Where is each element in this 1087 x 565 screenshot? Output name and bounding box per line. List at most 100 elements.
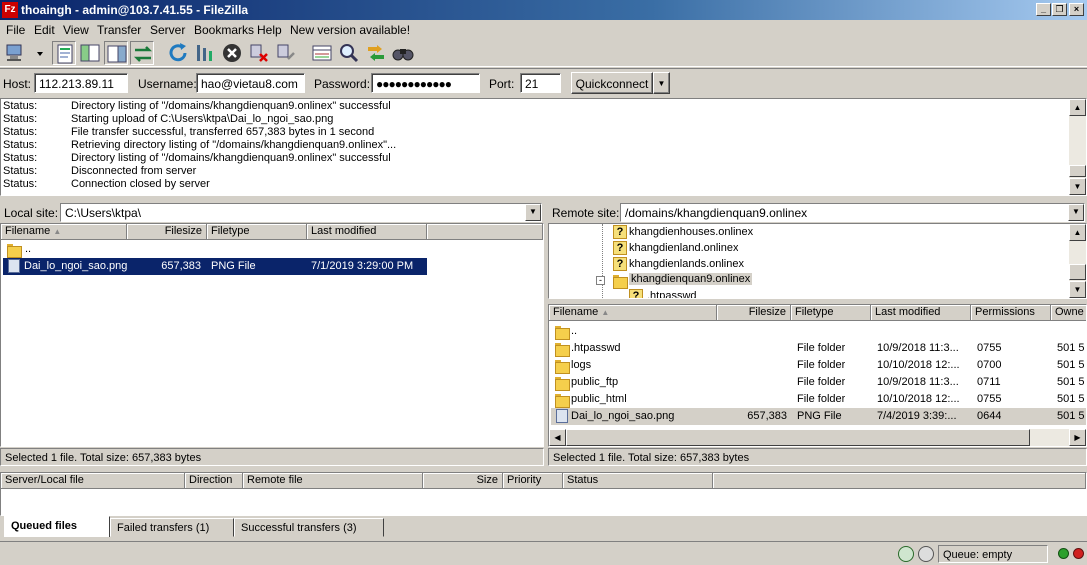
host-input[interactable]: 112.213.89.11 [34, 73, 128, 93]
toggle-local-tree-icon[interactable] [78, 41, 102, 65]
menu-file[interactable]: File [6, 23, 25, 37]
synchronized-browsing-icon[interactable] [364, 41, 388, 65]
menu-edit[interactable]: Edit [34, 23, 55, 37]
remote-col-modified[interactable]: Last modified [871, 305, 971, 321]
quickconnect-history-dropdown[interactable]: ▼ [653, 72, 670, 94]
port-input[interactable]: 21 [520, 73, 561, 93]
queue-col-priority[interactable]: Priority [503, 473, 563, 489]
compare-directories-icon[interactable] [337, 41, 361, 65]
menu-view[interactable]: View [63, 23, 89, 37]
title-bar: Fz thoaingh - admin@103.7.41.55 - FileZi… [0, 0, 1087, 20]
local-file-list[interactable]: Filename ▲ Filesize Filetype Last modifi… [0, 223, 544, 447]
menu-new-version[interactable]: New version available! [290, 23, 410, 37]
remote-col-filename[interactable]: Filename ▲ [549, 305, 717, 321]
local-col-modified[interactable]: Last modified [307, 224, 427, 240]
collapse-icon[interactable]: - [596, 276, 605, 285]
log-scrollbar[interactable]: ▲ ▼ [1069, 99, 1086, 195]
process-queue-icon[interactable] [193, 41, 217, 65]
maximize-button[interactable]: ❐ [1052, 3, 1067, 16]
tab-successful-transfers[interactable]: Successful transfers (3) [234, 518, 384, 537]
toggle-transfer-queue-icon[interactable] [130, 41, 154, 65]
tree-node[interactable]: ? khangdienland.onlinex [609, 240, 1009, 257]
cancel-operation-icon[interactable] [220, 41, 244, 65]
folder-icon [555, 375, 570, 391]
remote-file-row[interactable]: public_html File folder 10/10/2018 12:..… [551, 391, 1086, 408]
chevron-down-icon[interactable]: ▼ [1068, 204, 1084, 221]
scroll-down-icon[interactable]: ▼ [1069, 178, 1086, 195]
disconnect-icon[interactable] [247, 41, 271, 65]
local-col-filesize[interactable]: Filesize [127, 224, 207, 240]
transfer-queue[interactable]: Server/Local file Direction Remote file … [0, 472, 1087, 516]
speed-limit-icon[interactable] [898, 546, 914, 562]
remote-file-row[interactable]: Dai_lo_ngoi_sao.png 657,383 PNG File 7/4… [551, 408, 1086, 425]
message-log[interactable]: Status: Directory listing of "/domains/kh… [0, 98, 1087, 196]
remote-file-row[interactable]: .. [551, 323, 1086, 340]
folder-icon [555, 324, 570, 340]
scroll-up-icon[interactable]: ▲ [1069, 99, 1086, 116]
menu-transfer[interactable]: Transfer [97, 23, 141, 37]
tree-scrollbar[interactable]: ▲ ▼ [1069, 224, 1086, 298]
remote-site-path-combo[interactable]: /domains/khangdienquan9.onlinex ▼ [620, 203, 1085, 222]
refresh-icon[interactable] [166, 41, 190, 65]
chevron-down-icon[interactable]: ▼ [525, 204, 541, 221]
remote-col-owner[interactable]: Owne [1051, 305, 1086, 321]
log-scroll-thumb[interactable] [1069, 165, 1086, 177]
remote-file-row[interactable]: .htpasswd File folder 10/9/2018 11:3... … [551, 340, 1086, 357]
server-timing-icon[interactable] [918, 546, 934, 562]
queue-col-status[interactable]: Status [563, 473, 713, 489]
site-manager-icon[interactable] [4, 41, 28, 65]
remote-col-permissions[interactable]: Permissions [971, 305, 1051, 321]
username-input[interactable]: hao@vietau8.com [196, 73, 305, 93]
queue-status: Queue: empty [938, 545, 1048, 563]
remote-status-bar: Selected 1 file. Total size: 657,383 byt… [548, 448, 1087, 466]
remote-col-filetype[interactable]: Filetype [791, 305, 871, 321]
scroll-left-icon[interactable]: ◀ [549, 429, 566, 446]
menu-help[interactable]: Help [257, 23, 282, 37]
remote-file-row[interactable]: public_ftp File folder 10/9/2018 11:3...… [551, 374, 1086, 391]
scroll-right-icon[interactable]: ▶ [1069, 429, 1086, 446]
unknown-folder-icon: ? [629, 289, 643, 298]
log-line: Status: Retrieving directory listing of "… [3, 139, 397, 151]
close-window-button[interactable]: × [1069, 3, 1084, 16]
menu-server[interactable]: Server [150, 23, 185, 37]
local-col-filler [427, 224, 543, 240]
toggle-remote-tree-icon[interactable] [104, 41, 128, 65]
tab-queued-files[interactable]: Queued files [4, 516, 110, 537]
local-site-path-combo[interactable]: C:\Users\ktpa\ ▼ [60, 203, 542, 222]
queue-col-server[interactable]: Server/Local file [1, 473, 185, 489]
menu-bookmarks[interactable]: Bookmarks [194, 23, 254, 37]
quickconnect-button[interactable]: Quickconnect [571, 72, 653, 94]
tree-scroll-thumb[interactable] [1069, 264, 1086, 280]
tab-failed-transfers[interactable]: Failed transfers (1) [110, 518, 234, 537]
local-file-row[interactable]: Dai_lo_ngoi_sao.png 657,383 PNG File 7/1… [3, 258, 427, 275]
queue-col-size[interactable]: Size [423, 473, 503, 489]
scroll-up-icon[interactable]: ▲ [1069, 224, 1086, 241]
remote-file-row[interactable]: logs File folder 10/10/2018 12:... 0700 … [551, 357, 1086, 374]
directory-listing-filters-icon[interactable] [310, 41, 334, 65]
log-line: Status: Starting upload of C:\Users\ktpa\… [3, 113, 334, 125]
tree-node[interactable]: ? khangdienlands.onlinex [609, 256, 1009, 273]
queue-col-direction[interactable]: Direction [185, 473, 243, 489]
site-manager-dropdown-icon[interactable] [28, 41, 43, 65]
search-remote-files-icon[interactable] [391, 41, 415, 65]
local-col-filetype[interactable]: Filetype [207, 224, 307, 240]
scroll-down-icon[interactable]: ▼ [1069, 281, 1086, 298]
queue-col-remote[interactable]: Remote file [243, 473, 423, 489]
local-file-row[interactable]: .. [3, 241, 427, 258]
minimize-button[interactable]: _ [1036, 3, 1051, 16]
filezilla-app-icon[interactable]: Fz [2, 2, 18, 18]
tree-node[interactable]: ? .htpasswd [625, 288, 1025, 298]
remote-hscrollbar[interactable]: ◀ ▶ [549, 429, 1086, 446]
tree-node[interactable]: ? khangdienhouses.onlinex [609, 224, 1009, 241]
reconnect-icon[interactable] [274, 41, 298, 65]
tree-node-current[interactable]: - khangdienquan9.onlinex [593, 272, 993, 289]
local-col-filename[interactable]: Filename ▲ [1, 224, 127, 240]
toggle-message-log-icon[interactable] [52, 41, 76, 65]
log-line: Status: File transfer successful, transfe… [3, 126, 375, 138]
remote-file-list[interactable]: Filename ▲ Filesize Filetype Last modifi… [548, 304, 1087, 447]
remote-directory-tree[interactable]: ? khangdienhouses.onlinex ? khangdienlan… [548, 223, 1087, 299]
password-label: Password: [314, 77, 371, 91]
remote-hscroll-thumb[interactable] [566, 429, 1030, 446]
remote-col-filesize[interactable]: Filesize [717, 305, 791, 321]
password-input[interactable]: ●●●●●●●●●●●● [371, 73, 480, 93]
